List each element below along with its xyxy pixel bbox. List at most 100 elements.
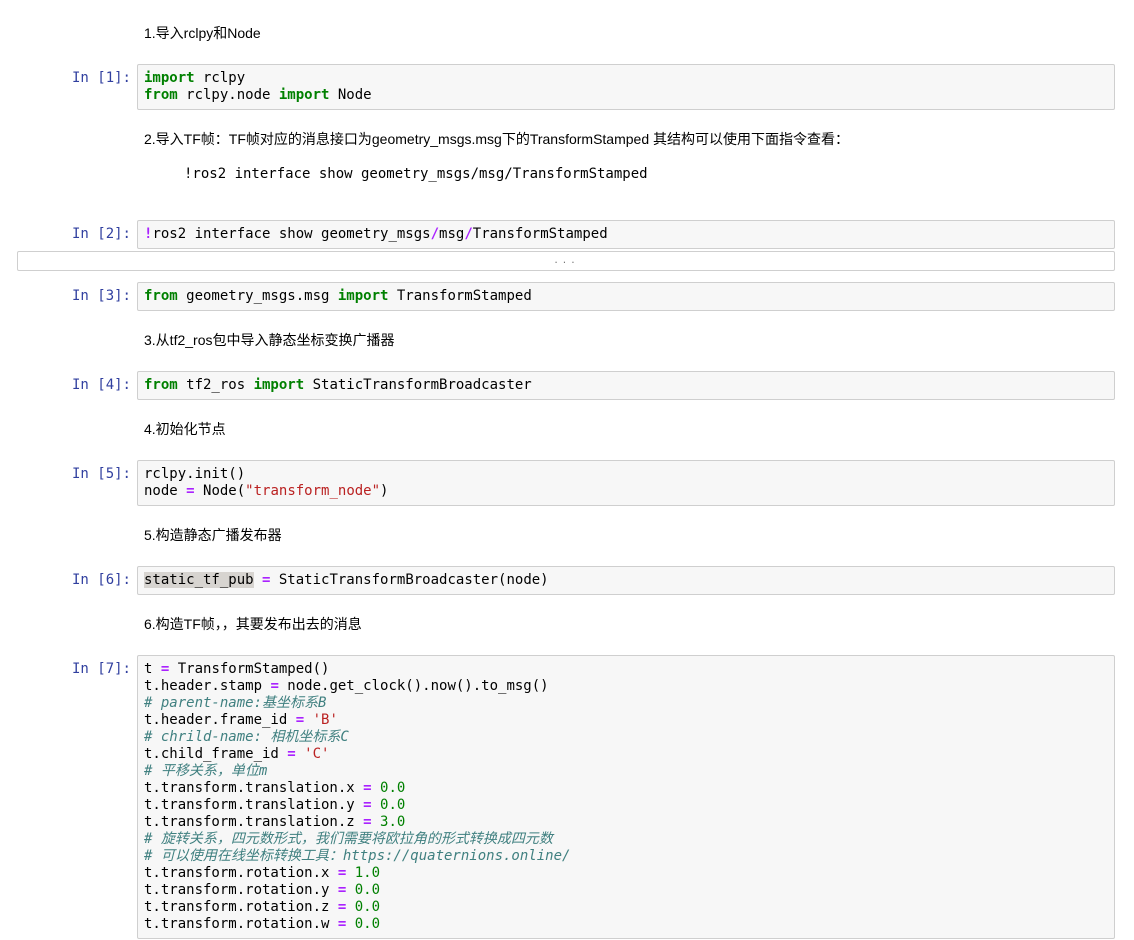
code-text: import rclpy from rclpy.node import Node (144, 70, 1108, 104)
code-cell: In [7]: t = TransformStamped() t.header.s… (0, 655, 1134, 939)
collapsed-output[interactable]: ... (17, 251, 1115, 271)
code-input[interactable]: !ros2 interface show geometry_msgs/msg/T… (137, 220, 1115, 249)
input-prompt[interactable]: In [4]: (0, 371, 137, 394)
code-token (346, 865, 354, 881)
code-token: t (144, 661, 161, 677)
input-prompt[interactable]: In [3]: (0, 282, 137, 305)
code-input[interactable]: rclpy.init() node = Node("transform_node… (137, 460, 1115, 506)
markdown-rendered: 5.构造静态广播发布器 (137, 527, 1115, 544)
code-token: = (363, 780, 371, 796)
code-token: TransformStamped (473, 226, 608, 242)
code-token: 0.0 (380, 797, 405, 813)
code-token: 'B' (313, 712, 338, 728)
code-token: static_tf_pub (144, 572, 254, 588)
markdown-code-block: !ros2 interface show geometry_msgs/msg/T… (144, 164, 1115, 184)
code-token: t.header.stamp (144, 678, 270, 694)
markdown-body: 4.初始化节点 (137, 421, 1115, 438)
code-token: t.transform.rotation.x (144, 865, 338, 881)
code-body: from geometry_msgs.msg import TransformS… (137, 282, 1115, 311)
markdown-paragraph: 3.从tf2_ros包中导入静态坐标变换广播器 (144, 332, 1115, 349)
code-token: / (464, 226, 472, 242)
markdown-paragraph: 5.构造静态广播发布器 (144, 527, 1115, 544)
code-token: = (287, 746, 295, 762)
code-token: # 可以使用在线坐标转换工具：https://quaternions.onlin… (144, 848, 570, 864)
input-prompt (0, 527, 137, 533)
code-body: !ros2 interface show geometry_msgs/msg/T… (137, 220, 1115, 271)
input-prompt[interactable]: In [1]: (0, 64, 137, 87)
code-input[interactable]: import rclpy from rclpy.node import Node (137, 64, 1115, 110)
code-token: t.transform.rotation.y (144, 882, 338, 898)
code-token: Node (329, 87, 371, 103)
code-text: !ros2 interface show geometry_msgs/msg/T… (144, 226, 1108, 243)
markdown-rendered: 4.初始化节点 (137, 421, 1115, 438)
input-prompt (0, 332, 137, 338)
markdown-body: 1.导入rclpy和Node (137, 25, 1115, 42)
markdown-cell: 6.构造TF帧，，其要发布出去的消息 (0, 616, 1134, 633)
input-prompt (0, 421, 137, 427)
code-token: import (254, 377, 305, 393)
markdown-rendered: 6.构造TF帧，，其要发布出去的消息 (137, 616, 1115, 633)
code-input[interactable]: from tf2_ros import StaticTransformBroad… (137, 371, 1115, 400)
code-body: static_tf_pub = StaticTransformBroadcast… (137, 566, 1115, 595)
code-token: rclpy.node (178, 87, 279, 103)
code-token: ) (380, 483, 388, 499)
input-prompt[interactable]: In [7]: (0, 655, 137, 678)
markdown-paragraph: 6.构造TF帧，，其要发布出去的消息 (144, 616, 1115, 633)
code-text: from geometry_msgs.msg import TransformS… (144, 288, 1108, 305)
code-token: ros2 interface show geometry_msgs (152, 226, 430, 242)
code-input[interactable]: t = TransformStamped() t.header.stamp = … (137, 655, 1115, 939)
code-token: t.transform.rotation.z (144, 899, 338, 915)
code-token: 1.0 (355, 865, 380, 881)
markdown-paragraph: 1.导入rclpy和Node (144, 25, 1115, 42)
code-token (346, 916, 354, 932)
code-body: from tf2_ros import StaticTransformBroad… (137, 371, 1115, 400)
code-token: StaticTransformBroadcaster (304, 377, 532, 393)
code-token: 0.0 (355, 899, 380, 915)
markdown-cell: 5.构造静态广播发布器 (0, 527, 1134, 544)
input-prompt[interactable]: In [5]: (0, 460, 137, 483)
code-token: t.transform.translation.y (144, 797, 363, 813)
code-token: from (144, 87, 178, 103)
markdown-cell: 3.从tf2_ros包中导入静态坐标变换广播器 (0, 332, 1134, 349)
code-cell: In [3]: from geometry_msgs.msg import Tra… (0, 282, 1134, 311)
code-token: node.get_clock().now().to_msg() (279, 678, 549, 694)
code-token: 'C' (304, 746, 329, 762)
markdown-cell: 1.导入rclpy和Node (0, 25, 1134, 42)
code-token: # 旋转关系，四元数形式，我们需要将欧拉角的形式转换成四元数 (144, 831, 553, 847)
code-input[interactable]: from geometry_msgs.msg import TransformS… (137, 282, 1115, 311)
code-input[interactable]: static_tf_pub = StaticTransformBroadcast… (137, 566, 1115, 595)
code-body: rclpy.init() node = Node("transform_node… (137, 460, 1115, 506)
markdown-body: 2.导入TF帧：TF帧对应的消息接口为geometry_msgs.msg下的Tr… (137, 131, 1115, 198)
markdown-cell: 4.初始化节点 (0, 421, 1134, 438)
code-text: rclpy.init() node = Node("transform_node… (144, 466, 1108, 500)
markdown-rendered: 2.导入TF帧：TF帧对应的消息接口为geometry_msgs.msg下的Tr… (137, 131, 1115, 184)
code-token: from (144, 377, 178, 393)
code-token (372, 797, 380, 813)
notebook: 1.导入rclpy和Node In [1]: import rclpy from r… (0, 0, 1134, 939)
code-token: / (431, 226, 439, 242)
code-token: rclpy.init() (144, 466, 245, 482)
code-token: node (144, 483, 186, 499)
code-token (304, 712, 312, 728)
code-token: import (338, 288, 389, 304)
code-token: import (144, 70, 195, 86)
code-token (346, 899, 354, 915)
code-token: 0.0 (355, 916, 380, 932)
code-token: "transform_node" (245, 483, 380, 499)
code-cell: In [6]:static_tf_pub = StaticTransformBr… (0, 566, 1134, 595)
code-token: t.transform.rotation.w (144, 916, 338, 932)
code-token: = (186, 483, 194, 499)
code-token: tf2_ros (178, 377, 254, 393)
markdown-cell: 2.导入TF帧：TF帧对应的消息接口为geometry_msgs.msg下的Tr… (0, 131, 1134, 198)
code-text: t = TransformStamped() t.header.stamp = … (144, 661, 1108, 933)
input-prompt (0, 25, 137, 31)
code-token (296, 746, 304, 762)
code-token (254, 572, 262, 588)
input-prompt[interactable]: In [2]: (0, 220, 137, 243)
input-prompt[interactable]: In [6]: (0, 566, 137, 589)
collapsed-output-dots: ... (553, 256, 578, 266)
code-body: import rclpy from rclpy.node import Node (137, 64, 1115, 110)
code-body: t = TransformStamped() t.header.stamp = … (137, 655, 1115, 939)
markdown-body: 5.构造静态广播发布器 (137, 527, 1115, 544)
code-token (346, 882, 354, 898)
